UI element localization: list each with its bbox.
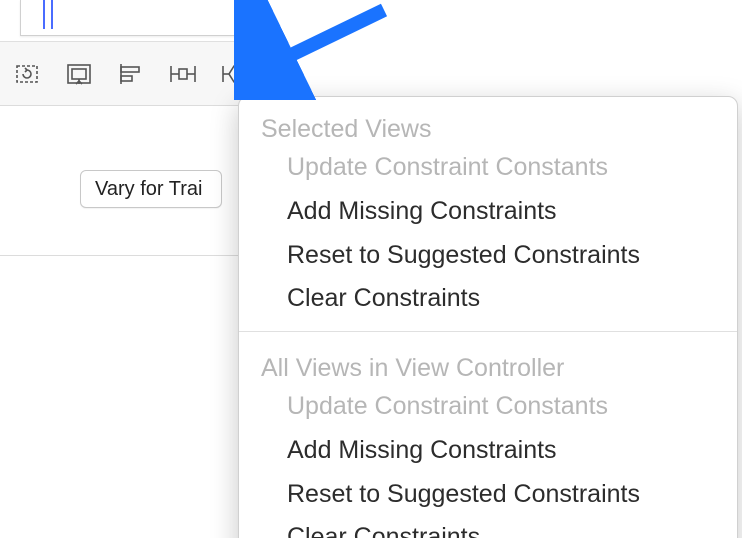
canvas-content: [20, 0, 250, 36]
menu-item-clear-all[interactable]: Clear Constraints: [239, 516, 737, 538]
menu-item-add-missing[interactable]: Add Missing Constraints: [239, 190, 737, 234]
menu-item-add-missing-all[interactable]: Add Missing Constraints: [239, 429, 737, 473]
menu-item-reset-suggested-all[interactable]: Reset to Suggested Constraints: [239, 473, 737, 517]
menu-item-clear[interactable]: Clear Constraints: [239, 277, 737, 321]
pin-icon[interactable]: [166, 57, 200, 91]
menu-item-update-constants-all: Update Constraint Constants: [239, 385, 737, 429]
resolve-issues-icon[interactable]: [218, 57, 252, 91]
menu-separator: [239, 331, 737, 332]
canvas-area: [0, 0, 268, 42]
vary-for-traits-button[interactable]: Vary for Trai: [80, 170, 222, 208]
layout-guide: [43, 0, 45, 29]
embed-in-icon[interactable]: [62, 57, 96, 91]
resolve-issues-menu: Selected Views Update Constraint Constan…: [238, 96, 738, 538]
menu-item-update-constants: Update Constraint Constants: [239, 146, 737, 190]
update-frames-icon[interactable]: [10, 57, 44, 91]
align-icon[interactable]: [114, 57, 148, 91]
auto-layout-toolbar: [0, 42, 268, 106]
menu-section-header: All Views in View Controller: [239, 336, 737, 385]
menu-item-reset-suggested[interactable]: Reset to Suggested Constraints: [239, 234, 737, 278]
menu-section-header: Selected Views: [239, 97, 737, 146]
layout-guide: [51, 0, 53, 29]
bottom-bar-area: Vary for Trai: [0, 106, 238, 256]
vary-for-traits-label: Vary for Trai: [95, 178, 202, 201]
